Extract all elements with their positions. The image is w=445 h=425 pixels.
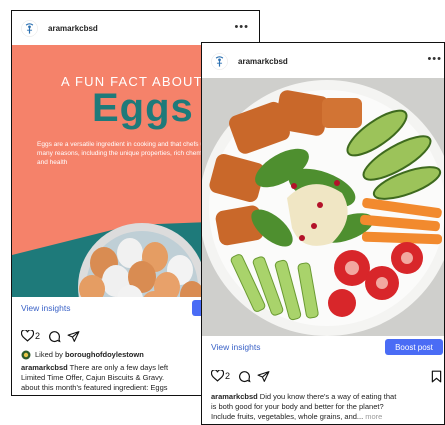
more-dots-icon[interactable]: ••• xyxy=(234,21,249,33)
insights-row: View insights Boost post xyxy=(202,339,444,355)
view-insights-link[interactable]: View insights xyxy=(21,303,70,313)
paper-plane-icon[interactable] xyxy=(257,370,270,383)
bookmark-icon[interactable] xyxy=(431,370,442,383)
post-header: aramarkcbsd ••• xyxy=(12,11,259,45)
liked-by-prefix: Liked by xyxy=(35,350,63,359)
more-link[interactable]: more xyxy=(365,412,382,421)
post-caption: aramarkcbsd Did you know there's a way o… xyxy=(211,392,444,422)
username[interactable]: aramarkcbsd xyxy=(238,57,288,66)
heart-icon[interactable] xyxy=(21,330,34,342)
username[interactable]: aramarkcbsd xyxy=(48,24,98,33)
caption-line-1: Did you know there's a way of eating tha… xyxy=(259,392,397,401)
liked-by-row: Liked by boroughofdoylestown xyxy=(21,350,144,360)
paper-plane-icon[interactable] xyxy=(67,330,80,343)
heart-icon[interactable] xyxy=(211,370,224,382)
caption-line-3: Include fruits, vegetables, whole grains… xyxy=(211,412,364,421)
caption-username[interactable]: aramarkcbsd xyxy=(211,392,258,401)
caption-line-2: is both good for your body and better fo… xyxy=(211,402,384,411)
liked-by-user[interactable]: boroughofdoylestown xyxy=(65,350,144,360)
caption-line-1: There are only a few days left xyxy=(69,363,169,372)
image-body-text: Eggs are a versatile ingredient in cooki… xyxy=(37,141,221,166)
boost-post-button[interactable]: Boost post xyxy=(385,339,443,355)
caption-username[interactable]: aramarkcbsd xyxy=(21,363,68,372)
comment-icon[interactable] xyxy=(48,330,61,343)
view-insights-link[interactable]: View insights xyxy=(211,342,260,352)
post-image xyxy=(202,78,444,336)
image-title: Eggs xyxy=(92,86,194,130)
post-card-salad: aramarkcbsd ••• View insights Boost post… xyxy=(201,42,445,425)
post-actions: 2 xyxy=(211,368,270,384)
post-actions: 2 xyxy=(21,328,80,344)
like-count: 2 xyxy=(35,331,41,341)
avatar[interactable] xyxy=(211,52,228,70)
avatar[interactable] xyxy=(21,19,38,37)
liker-avatar[interactable] xyxy=(21,350,31,360)
post-header: aramarkcbsd ••• xyxy=(202,43,444,79)
like-count: 2 xyxy=(225,371,231,381)
salad-bowl-photo xyxy=(202,78,444,336)
comment-icon[interactable] xyxy=(238,370,251,383)
more-dots-icon[interactable]: ••• xyxy=(427,53,442,65)
